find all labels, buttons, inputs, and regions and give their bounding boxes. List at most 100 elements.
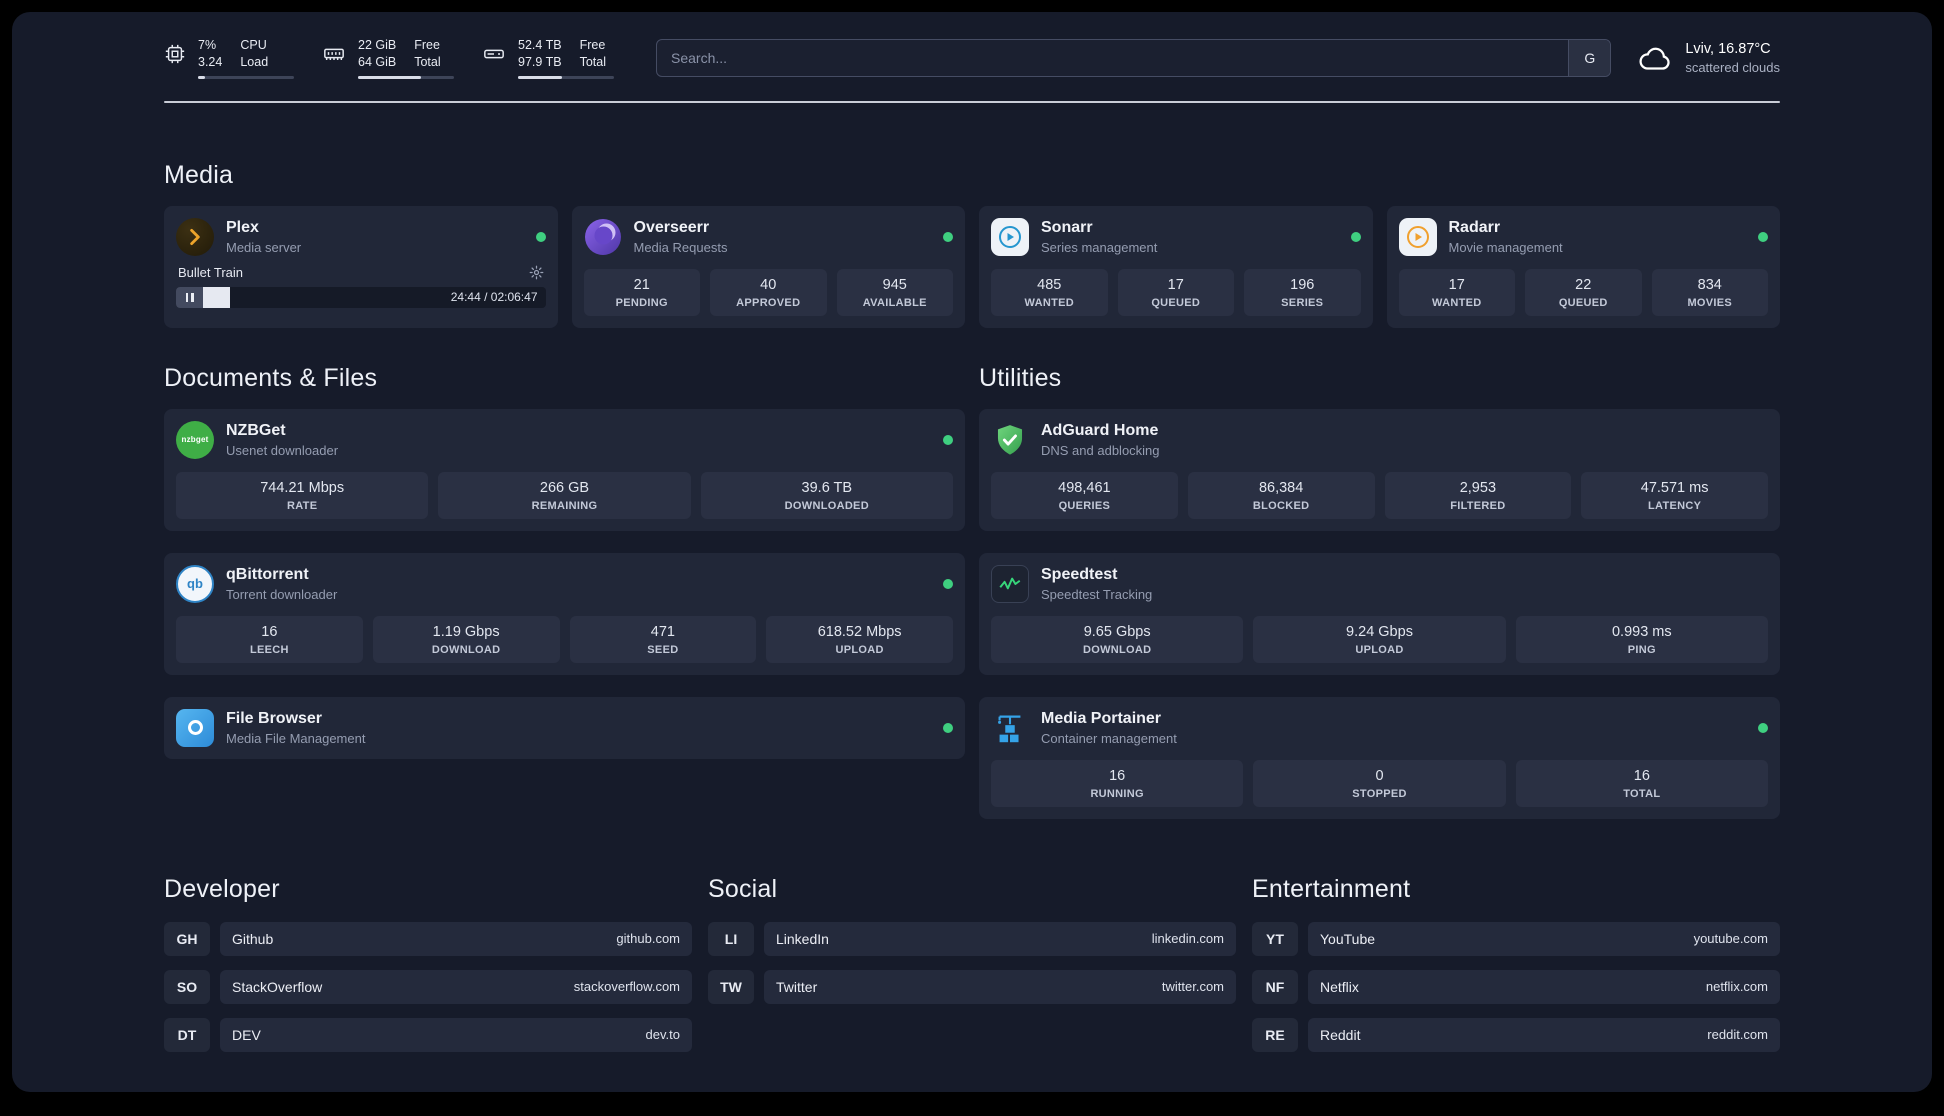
ram-widget: 22 GiB 64 GiB Free Total — [322, 38, 454, 79]
stat-tile: 86,384 BLOCKED — [1187, 471, 1375, 519]
app-card-filebrowser[interactable]: File Browser Media File Management — [164, 696, 965, 759]
link-twitter[interactable]: Twitter twitter.com — [764, 969, 1236, 1004]
filebrowser-icon — [176, 708, 214, 747]
stat-tile: 17 WANTED — [1398, 268, 1515, 316]
ram-usage-bar — [358, 75, 454, 79]
app-name: Speedtest — [1041, 565, 1118, 583]
track-title: Bullet Train — [178, 264, 244, 280]
status-dot — [943, 434, 953, 445]
pause-button[interactable] — [176, 286, 203, 308]
status-dot — [1758, 722, 1768, 733]
now-playing-widget: Bullet Train 24:44 / 02:06:47 — [176, 265, 546, 308]
app-card-speedtest[interactable]: Speedtest Speedtest Tracking 9.65 Gbps DO… — [979, 552, 1780, 675]
stat-tile: 9.24 Gbps UPLOAD — [1253, 615, 1506, 663]
link-reddit[interactable]: Reddit reddit.com — [1308, 1017, 1780, 1052]
stat-tile: 485 WANTED — [991, 268, 1108, 316]
link-row: GH Github github.com — [164, 921, 692, 956]
section-title-entertainment: Entertainment — [1252, 874, 1411, 903]
stat-tile: 17 QUEUED — [1117, 268, 1234, 316]
link-abbr-stackoverflow: SO — [164, 969, 210, 1004]
weather-widget[interactable]: Lviv, 16.87°C scattered clouds — [1637, 41, 1780, 75]
status-dot — [943, 722, 953, 733]
section-developer: Developer GH Github github.com SO StackOv… — [164, 875, 692, 1052]
section-title-media: Media — [164, 160, 234, 189]
stat-tile: 16 RUNNING — [991, 759, 1244, 807]
app-card-sonarr[interactable]: Sonarr Series management 485 WANTED 17 QUE… — [979, 205, 1373, 328]
link-row: DT DEV dev.to — [164, 1017, 692, 1052]
disk-labels: Free Total — [579, 38, 606, 70]
app-name: File Browser — [226, 709, 323, 727]
app-name: Media Portainer — [1041, 709, 1162, 727]
search-input[interactable] — [657, 40, 1569, 77]
app-card-plex[interactable]: Plex Media server Bullet Train 24:44 / 0… — [164, 205, 558, 328]
stat-tile: 498,461 QUERIES — [991, 471, 1178, 519]
app-description: Media File Management — [226, 730, 366, 746]
ram-icon — [324, 48, 344, 60]
section-documents: Documents & Files nzbget NZBGet Usenet d… — [164, 364, 965, 819]
link-abbr-netflix: NF — [1252, 969, 1298, 1004]
app-description: Media server — [226, 239, 302, 255]
app-card-adguard[interactable]: AdGuard Home DNS and adblocking 498,461 Q… — [979, 408, 1780, 531]
link-abbr-linkedin: LI — [708, 921, 754, 956]
link-abbr-twitter: TW — [708, 969, 754, 1004]
cpu-usage-bar — [198, 75, 294, 79]
search-bar: G — [656, 39, 1612, 78]
settings-gear-icon[interactable] — [529, 265, 544, 280]
stat-tile: 196 SERIES — [1244, 268, 1361, 316]
app-card-qbittorrent[interactable]: qb qBittorrent Torrent downloader 16 LEEC… — [164, 552, 965, 675]
stat-tile: 39.6 TB DOWNLOADED — [700, 471, 953, 519]
seek-progress — [203, 286, 231, 308]
app-card-portainer[interactable]: Media Portainer Container management 16 R… — [979, 696, 1780, 819]
link-linkedin[interactable]: LinkedIn linkedin.com — [764, 921, 1236, 956]
section-title-utilities: Utilities — [979, 363, 1062, 392]
link-stackoverflow[interactable]: StackOverflow stackoverflow.com — [220, 969, 692, 1004]
disk-widget: 52.4 TB 97.9 TB Free Total — [482, 38, 614, 79]
app-card-radarr[interactable]: Radarr Movie management 17 WANTED 22 QUEUE… — [1386, 205, 1780, 328]
hard-drive-icon — [484, 49, 504, 59]
stat-tile: 40 APPROVED — [710, 268, 827, 316]
link-netflix[interactable]: Netflix netflix.com — [1308, 969, 1780, 1004]
app-description: Movie management — [1448, 239, 1563, 255]
seek-bar[interactable]: 24:44 / 02:06:47 — [176, 286, 546, 308]
sonarr-icon — [991, 217, 1029, 256]
status-dot — [1758, 231, 1768, 242]
search-engine-button[interactable]: G — [1568, 40, 1611, 77]
weather-condition: scattered clouds — [1685, 60, 1780, 76]
app-name: Sonarr — [1041, 218, 1093, 236]
app-name: AdGuard Home — [1041, 421, 1159, 439]
stat-tile: 21 PENDING — [583, 268, 700, 316]
stat-tile: 834 MOVIES — [1651, 268, 1768, 316]
stat-tile: 2,953 FILTERED — [1384, 471, 1572, 519]
link-row: YT YouTube youtube.com — [1252, 921, 1780, 956]
cpu-widget: 7% 3.24 CPU Load — [164, 38, 294, 79]
speedtest-graph-icon — [991, 564, 1029, 603]
section-social: Social LI LinkedIn linkedin.com TW Twitte… — [708, 875, 1236, 1052]
adguard-shield-icon — [991, 421, 1029, 459]
stat-tile: 22 QUEUED — [1525, 268, 1642, 316]
app-card-nzbget[interactable]: nzbget NZBGet Usenet downloader 744.21 M… — [164, 408, 965, 531]
link-youtube[interactable]: YouTube youtube.com — [1308, 921, 1780, 956]
app-description: Speedtest Tracking — [1041, 586, 1153, 602]
stat-tile: 0 STOPPED — [1253, 759, 1506, 807]
weather-location: Lviv, 16.87°C — [1685, 41, 1771, 58]
app-card-overseerr[interactable]: Overseerr Media Requests 21 PENDING 40 APP… — [571, 205, 965, 328]
link-row: LI LinkedIn linkedin.com — [708, 921, 1236, 956]
stat-tile: 945 AVAILABLE — [836, 268, 953, 316]
top-bar: 7% 3.24 CPU Load 22 GiB 64 GiB Free Tota… — [164, 38, 1780, 79]
stat-tile: 744.21 Mbps RATE — [176, 471, 429, 519]
link-abbr-reddit: RE — [1252, 1017, 1298, 1052]
link-dev[interactable]: DEV dev.to — [220, 1017, 692, 1052]
link-github[interactable]: Github github.com — [220, 921, 692, 956]
stat-tile: 16 TOTAL — [1515, 759, 1768, 807]
app-name: Plex — [226, 218, 259, 236]
nzbget-icon: nzbget — [176, 420, 214, 459]
stat-tile: 471 SEED — [569, 615, 757, 663]
plex-icon — [176, 217, 214, 256]
link-row: SO StackOverflow stackoverflow.com — [164, 969, 692, 1004]
portainer-crane-icon — [991, 709, 1029, 747]
stat-tile: 9.65 Gbps DOWNLOAD — [991, 615, 1244, 663]
section-title-developer: Developer — [164, 874, 280, 903]
app-description: Media Requests — [633, 239, 728, 255]
stat-tile: 16 LEECH — [176, 615, 363, 663]
link-abbr-youtube: YT — [1252, 921, 1298, 956]
